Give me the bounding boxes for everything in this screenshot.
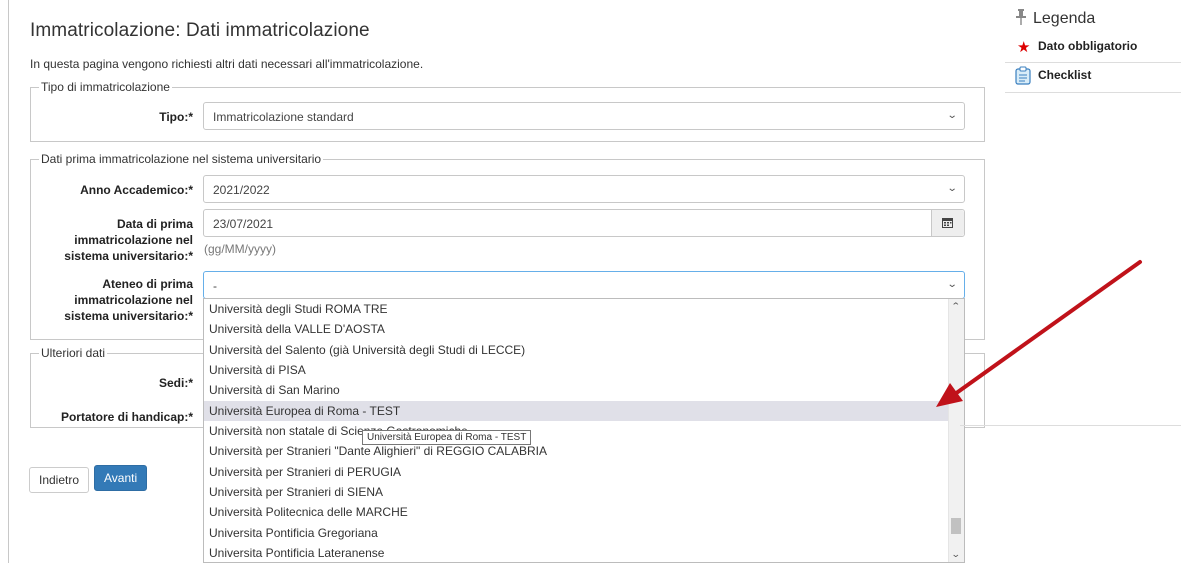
anno-select-value: 2021/2022 [213,183,270,197]
ateneo-label: Ateneo di prima immatricolazione nel sis… [64,277,193,323]
dropdown-option[interactable]: Università della VALLE D'AOSTA [204,319,964,339]
dropdown-options: Università degli Studi ROMA TRE Universit… [204,299,964,562]
page-title: Immatricolazione: Dati immatricolazione [30,20,370,41]
dropdown-option[interactable]: Universita Pontificia Lateranense [204,543,964,562]
dropdown-option[interactable]: Università del Salento (già Università d… [204,340,964,360]
required-star-icon: ★ [1017,39,1031,56]
dropdown-option[interactable]: Università per Stranieri di PERUGIA [204,462,964,482]
pin-icon [1016,9,1026,25]
option-tooltip: Università Europea di Roma - TEST [362,430,532,445]
dropdown-option[interactable]: Università degli Studi ROMA TRE [204,299,964,319]
dropdown-option[interactable]: Università di PISA [204,360,964,380]
ateneo-select[interactable]: - ⌄ [203,271,965,299]
legend-required: Dato obbligatorio [1038,39,1138,53]
dropdown-option[interactable]: Università non statale di Scienze Gastro… [204,421,964,441]
dropdown-option[interactable]: Università per Stranieri "Dante Alighier… [204,441,964,461]
calendar-button[interactable] [931,210,964,236]
legend-checklist[interactable]: Checklist [1038,68,1091,82]
legend-divider [1005,62,1181,63]
scroll-down-icon[interactable]: ⌄ [951,549,961,560]
sedi-label: Sedi:* [158,376,193,390]
dropdown-option[interactable]: Università Europea di Roma - TEST [204,400,964,422]
tipo-legend: Tipo di immatricolazione [41,80,170,94]
data-input-value: 23/07/2021 [213,217,274,231]
side-divider [960,425,1181,426]
tipo-label: Tipo:* [159,110,193,124]
anno-select[interactable]: 2021/2022 ⌄ [203,175,965,203]
dropdown-option[interactable]: Universita Pontificia Gregoriana [204,523,964,543]
scrollbar-thumb[interactable] [951,518,961,534]
dropdown-option[interactable]: Università per Stranieri di SIENA [204,482,964,502]
data-input[interactable]: 23/07/2021 [203,209,965,237]
ateneo-dropdown-list[interactable]: Università degli Studi ROMA TRE Universit… [203,298,965,563]
dropdown-option[interactable]: Università di San Marino [204,380,964,400]
handicap-label: Portatore di handicap:* [60,410,193,424]
legend-title: Legenda [1033,10,1096,27]
date-format-hint: (gg/MM/yyyy) [204,242,276,256]
ulteriori-legend: Ulteriori dati [41,346,106,360]
dropdown-option[interactable]: Università Politecnica delle MARCHE [204,502,964,522]
chevron-down-icon: ⌄ [946,279,958,290]
next-button[interactable]: Avanti [94,465,148,491]
tipo-select-value: Immatricolazione standard [213,110,354,124]
legend-divider [1005,92,1181,93]
clipboard-icon [1015,66,1031,85]
left-border [8,0,9,563]
chevron-down-icon: ⌄ [946,183,958,194]
page-intro: In questa pagina vengono richiesti altri… [30,57,424,71]
chevron-down-icon: ⌄ [946,110,958,121]
tipo-select[interactable]: Immatricolazione standard ⌄ [203,102,965,130]
back-button[interactable]: Indietro [29,467,90,493]
dati-legend: Dati prima immatricolazione nel sistema … [41,152,322,166]
ateneo-select-value: - [213,279,217,293]
data-label: Data di prima immatricolazione nel siste… [64,217,193,263]
calendar-icon [942,218,953,228]
scroll-up-icon[interactable]: ⌃ [951,301,961,312]
anno-label: Anno Accademico:* [80,183,193,197]
dropdown-scrollbar[interactable]: ⌃ ⌄ [948,299,964,562]
